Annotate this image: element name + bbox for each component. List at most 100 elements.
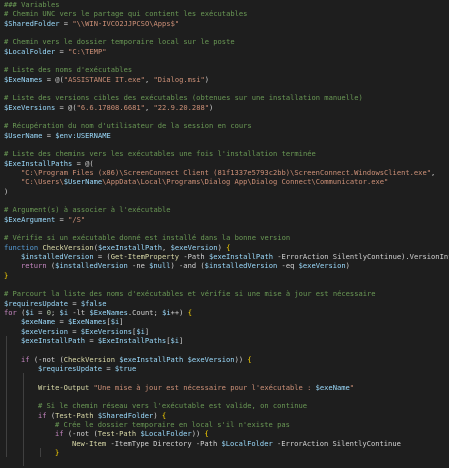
code-line[interactable] <box>4 84 449 93</box>
code-token: , <box>431 167 436 177</box>
code-line[interactable]: for ($i = 0; $i -lt $ExeNames.Count; $i+… <box>4 308 449 317</box>
code-line[interactable]: $ExeNames = @("ASSISTANCE IT.exe", "Dial… <box>4 75 449 84</box>
code-token: = @( <box>42 74 64 84</box>
code-line[interactable]: $exeVersion = $ExeVersions[$i] <box>4 327 449 336</box>
code-line[interactable]: if (Test-Path $SharedFolder) { <box>4 411 449 420</box>
code-line[interactable]: if (-not (Test-Path $LocalFolder)) { <box>4 429 449 438</box>
code-line[interactable]: return ($installedVersion -ne $null) -an… <box>4 261 449 270</box>
code-line[interactable]: } <box>4 448 449 457</box>
code-token: { <box>187 307 192 317</box>
code-line[interactable]: New-Item -ItemType Directory -Path $Loca… <box>4 439 449 448</box>
code-line[interactable]: $exeInstallPath = $ExeInstallPaths[$i] <box>4 336 449 345</box>
code-token: ++) <box>170 307 188 317</box>
code-line[interactable] <box>4 280 449 289</box>
code-line[interactable] <box>4 140 449 149</box>
code-token: $exeVersion <box>21 326 68 336</box>
code-line[interactable]: "C:\Users\$UserName\AppData\Local\Progra… <box>4 177 449 186</box>
code-token: function <box>4 242 39 252</box>
code-line[interactable]: # Argument(s) à associer à l'exécutable <box>4 205 449 214</box>
code-token: $exeVersion <box>298 261 346 271</box>
code-token: $SharedFolder <box>97 410 154 420</box>
code-token: CheckVersion <box>42 242 94 252</box>
code-token: -Path <box>179 251 209 261</box>
code-line[interactable]: $ExeArgument = "/S" <box>4 215 449 224</box>
code-line[interactable]: $installedVersion = (Get-ItemProperty -P… <box>4 252 449 261</box>
code-token: $requiresUpdate <box>38 363 103 373</box>
code-line[interactable]: $UserName = $env:USERNAME <box>4 131 449 140</box>
code-line[interactable]: # Chemin vers le dossier temporaire loca… <box>4 37 449 46</box>
code-line[interactable]: } <box>4 271 449 280</box>
code-line[interactable]: # Crée le dossier temporaire en local s'… <box>4 420 449 429</box>
code-token: = <box>33 307 47 317</box>
code-token: $exeInstallPath <box>119 354 184 364</box>
code-line[interactable]: function CheckVersion($exeInstallPath, $… <box>4 243 449 252</box>
code-line[interactable]: # Chemin UNC vers le partage qui contien… <box>4 9 449 18</box>
code-token: -ne <box>127 261 150 271</box>
code-token: $ExeInstallPaths <box>97 335 167 345</box>
code-token: ### Variables <box>4 0 60 9</box>
code-line[interactable]: $requiresUpdate = $false <box>4 299 449 308</box>
code-token: # Vérifie si un exécutable donné est ins… <box>4 233 291 243</box>
code-line[interactable] <box>4 345 449 354</box>
code-token: $SharedFolder <box>4 18 60 28</box>
code-token: $i <box>110 317 120 327</box>
code-line[interactable] <box>4 392 449 401</box>
code-token: $exeVersion <box>170 242 218 252</box>
code-token: = <box>55 214 69 224</box>
code-line[interactable] <box>4 373 449 382</box>
code-line[interactable]: Write-Output "Une mise à jour est nécess… <box>4 383 449 392</box>
code-line[interactable]: ) <box>4 187 449 196</box>
code-line[interactable]: if (-not (CheckVersion $exeInstallPath $… <box>4 355 449 364</box>
code-token: # Argument(s) à associer à l'exécutable <box>4 205 171 215</box>
code-token: $ExeNames <box>67 317 107 327</box>
code-line[interactable]: ### Variables <box>4 0 449 9</box>
code-token: $LocalFolder <box>221 438 273 448</box>
code-token: Test-Path <box>55 410 94 420</box>
code-line[interactable] <box>4 457 449 466</box>
code-token: ) <box>4 186 9 196</box>
code-token: $ExeArgument <box>4 214 56 224</box>
code-token: "\\WIN-IVCO2JJPCSO\Apps$" <box>72 18 180 28</box>
code-token: # Chemin UNC vers le partage qui contien… <box>4 9 248 19</box>
code-token: $LocalFolder <box>140 429 192 439</box>
code-token: } <box>55 447 60 457</box>
code-line[interactable] <box>4 196 449 205</box>
code-token: $exeVersion <box>187 354 235 364</box>
code-line[interactable] <box>4 224 449 233</box>
code-token: = <box>68 298 81 308</box>
code-token: "ASSISTANCE IT.exe" <box>63 74 145 84</box>
code-line[interactable]: # Récupération du nom d'utilisateur de l… <box>4 121 449 130</box>
code-token: $ExeNames <box>4 74 43 84</box>
code-line[interactable]: # Liste des noms d'exécutables <box>4 65 449 74</box>
code-line[interactable]: $SharedFolder = "\\WIN-IVCO2JJPCSO\Apps$… <box>4 19 449 28</box>
code-line[interactable]: # Parcourt la liste des noms d'exécutabl… <box>4 289 449 298</box>
code-line[interactable] <box>4 112 449 121</box>
code-token: # Récupération du nom d'utilisateur de l… <box>4 121 252 131</box>
code-line[interactable]: # Liste des versions cibles des exécutab… <box>4 93 449 102</box>
code-token: , <box>162 242 171 252</box>
code-line[interactable]: $exeName = $ExeNames[$i] <box>4 317 449 326</box>
code-line[interactable]: "C:\Program Files (x86)\ScreenConnect Cl… <box>4 168 449 177</box>
code-line[interactable] <box>4 28 449 37</box>
code-line[interactable]: $ExeInstallPaths = @( <box>4 159 449 168</box>
code-token: ) <box>209 102 214 112</box>
code-line[interactable]: $ExeVersions = @("6.6.17808.6681", "22.9… <box>4 103 449 112</box>
code-token: $UserName <box>4 130 43 140</box>
code-editor[interactable]: ### Variables # Chemin UNC vers le partag… <box>0 0 449 468</box>
code-token: .Count; <box>127 307 163 317</box>
code-token: ) <box>153 410 162 420</box>
code-line[interactable]: # Si le chemin réseau vers l'exécutable … <box>4 401 449 410</box>
code-line[interactable] <box>4 56 449 65</box>
code-token: " <box>349 382 355 392</box>
code-token: $LocalFolder <box>4 46 56 56</box>
code-token: ) <box>217 242 227 252</box>
code-token: = <box>55 317 68 327</box>
code-line[interactable]: # Vérifie si un exécutable donné est ins… <box>4 233 449 242</box>
code-token: # Crée le dossier temporaire en local s'… <box>55 419 290 429</box>
code-token: ) -and ( <box>170 261 205 271</box>
code-token: $false <box>80 298 107 308</box>
code-token: = <box>55 46 69 56</box>
code-line[interactable]: $requiresUpdate = $true <box>4 364 449 373</box>
code-line[interactable]: # Liste des chemins vers les exécutables… <box>4 149 449 158</box>
code-line[interactable]: $LocalFolder = "C:\TEMP" <box>4 47 449 56</box>
